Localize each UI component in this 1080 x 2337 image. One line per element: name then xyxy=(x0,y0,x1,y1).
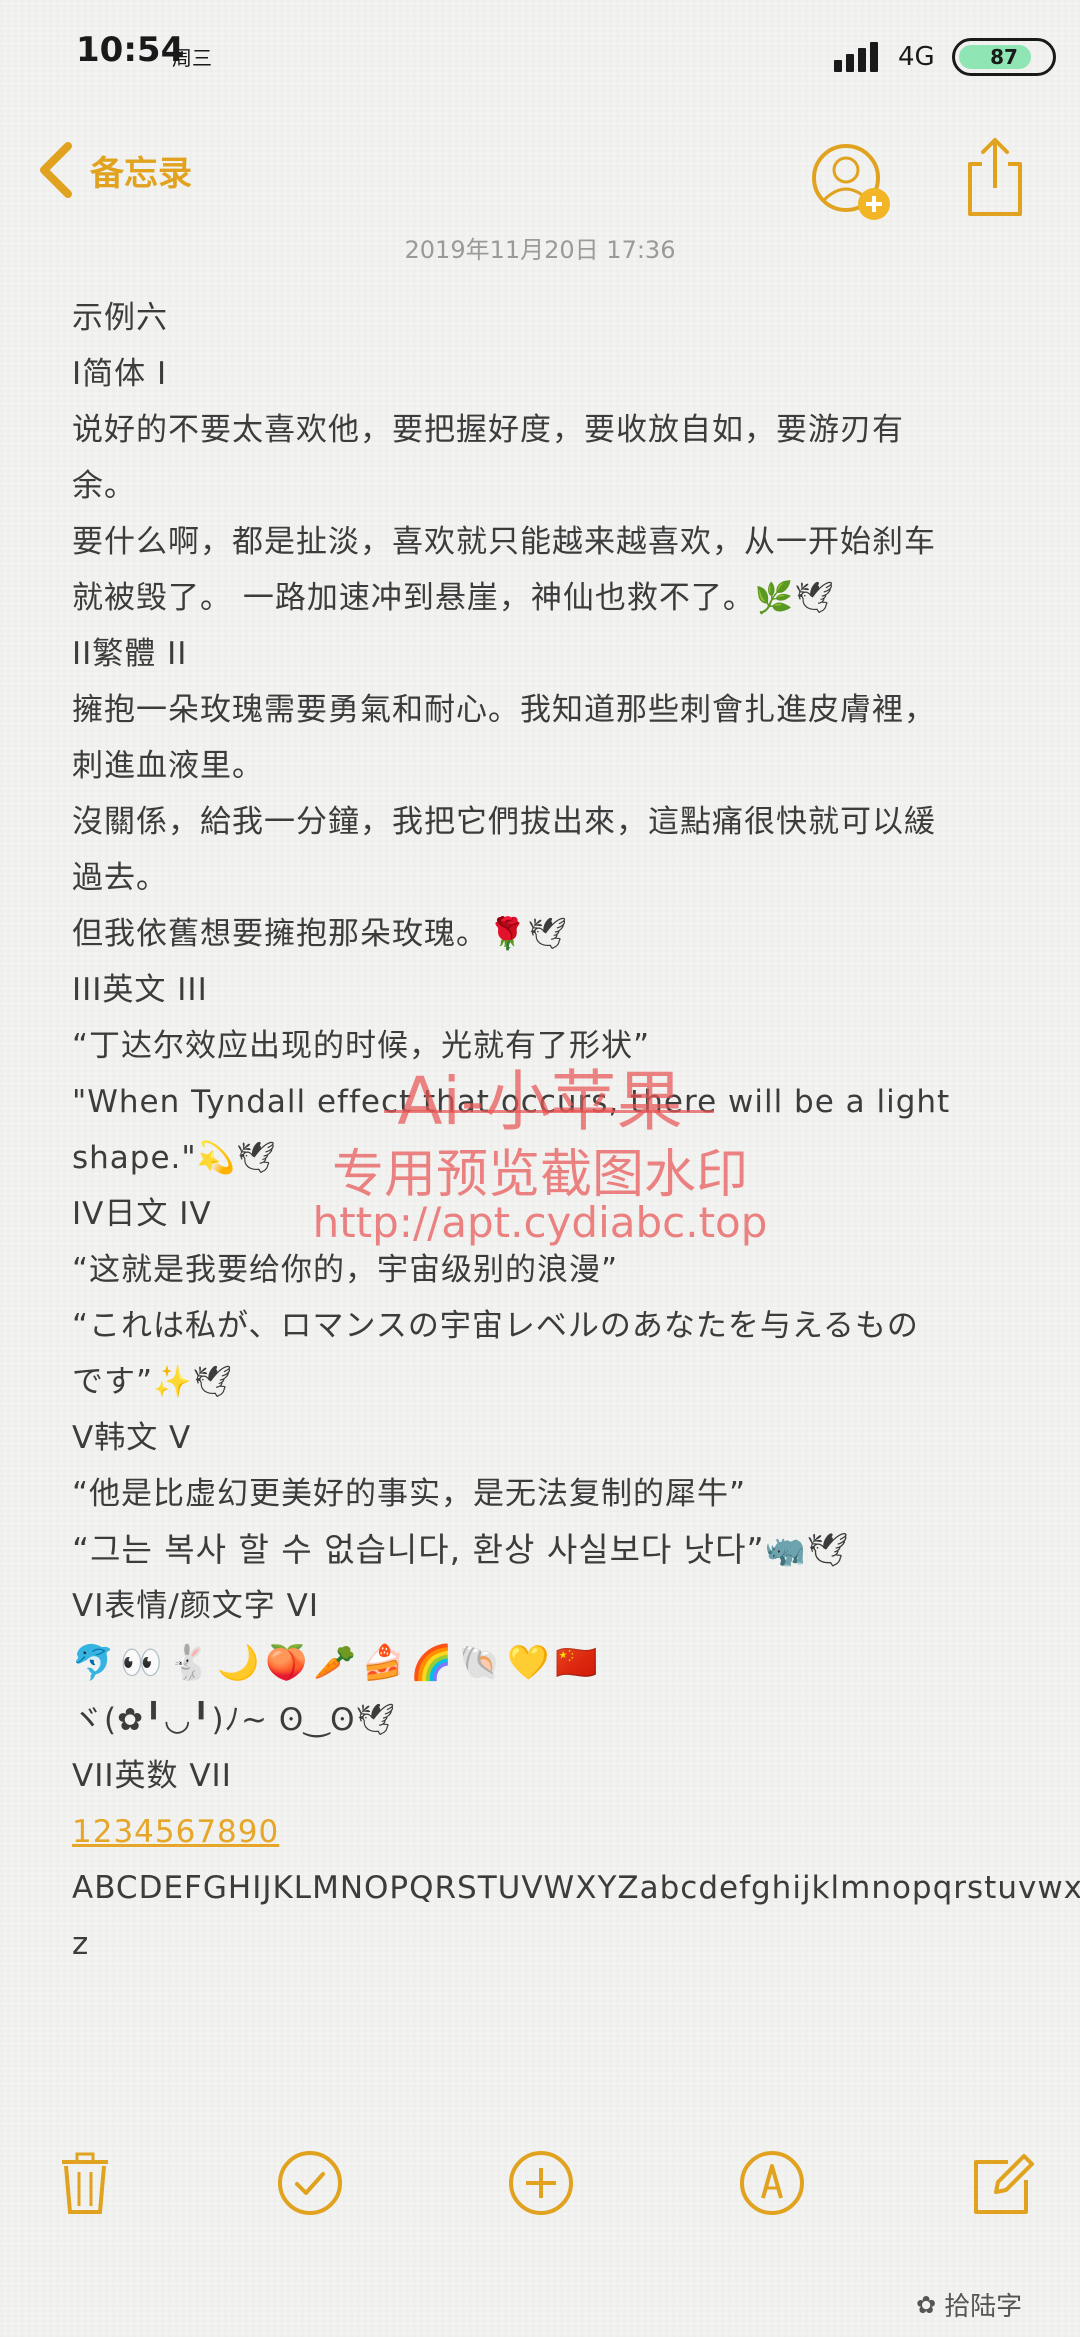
add-button[interactable] xyxy=(506,2148,576,2218)
note-line: “他是比虚幻更美好的事实，是无法复制的犀牛” xyxy=(72,1476,747,1512)
checkmark-circle-icon xyxy=(278,2151,342,2215)
battery-icon: 87 xyxy=(952,38,1056,76)
note-line: 擁抱一朵玫瑰需要勇氣和耐心。我知道那些刺會扎進皮膚裡， xyxy=(72,692,936,728)
wechat-icon: ✿ xyxy=(916,2290,937,2319)
note-line: II繁體 II xyxy=(72,636,188,672)
add-person-icon xyxy=(812,144,890,220)
status-time: 10:54 xyxy=(76,30,185,70)
draw-button[interactable] xyxy=(737,2148,807,2218)
note-line: V韩文 V xyxy=(72,1420,192,1456)
note-line: III英文 III xyxy=(72,972,208,1008)
wechat-account-label: ✿ 拾陆字 xyxy=(916,2286,1022,2323)
bottom-toolbar xyxy=(0,2148,1080,2238)
phone-number-link[interactable]: 1234567890 xyxy=(72,1804,1022,1860)
chevron-left-icon xyxy=(40,142,72,198)
watermark-strike xyxy=(384,1110,714,1113)
emoji-row: 🐬👀🐇🌙🍑🥕🍰🌈🐚💛🇨🇳 xyxy=(72,1643,604,1683)
note-line: VII英数 VII xyxy=(72,1758,232,1794)
note-line: 说好的不要太喜欢他，要把握好度，要收放自如，要游刃有 xyxy=(72,412,904,448)
checklist-button[interactable] xyxy=(275,2148,345,2218)
trash-icon xyxy=(62,2152,108,2214)
status-weekday: 周三 xyxy=(172,46,212,70)
note-line: 要什么啊，都是扯淡，喜欢就只能越来越喜欢，从一开始刹车 xyxy=(72,524,936,560)
add-person-button[interactable] xyxy=(806,138,898,230)
wechat-account-name: 拾陆字 xyxy=(944,2292,1023,2322)
back-button[interactable]: 备忘录 xyxy=(36,140,192,200)
note-line: z xyxy=(72,1926,90,1962)
network-type: 4G xyxy=(898,42,935,72)
compose-button[interactable] xyxy=(968,2148,1038,2218)
back-label: 备忘录 xyxy=(90,153,192,194)
note-line: 但我依舊想要擁抱那朵玫瑰。🌹🕊 xyxy=(72,916,568,952)
status-bar: 10:54 周三 4G 87 xyxy=(0,0,1080,110)
note-line: ABCDEFGHIJKLMNOPQRSTUVWXYZabcdefghijklmn… xyxy=(72,1870,1080,1906)
watermark-subtitle: 专用预览截图水印 xyxy=(331,1145,748,1205)
navigation-bar: 备忘录 xyxy=(0,120,1080,230)
note-date: 2019年11月20日 17:36 xyxy=(404,236,676,264)
pen-circle-icon xyxy=(740,2151,804,2215)
note-line: 過去。 xyxy=(72,860,168,896)
delete-button[interactable] xyxy=(50,2148,120,2218)
note-line: 就被毁了。 一路加速冲到悬崖，神仙也救不了。🌿🕊 xyxy=(72,580,835,616)
note-line: 示例六 xyxy=(72,300,168,336)
note-line: I简体 I xyxy=(72,356,168,392)
note-line: です”✨🕊 xyxy=(72,1364,234,1400)
battery-level: 87 xyxy=(990,45,1018,69)
watermark-url: http://apt.cydiabc.top xyxy=(312,1198,768,1247)
note-line: 沒關係，給我一分鐘，我把它們拔出來，這點痛很快就可以緩 xyxy=(72,804,936,840)
signal-icon xyxy=(834,40,880,72)
share-button[interactable] xyxy=(966,134,1024,218)
note-line: “그는 복사 할 수 없습니다, 환상 사실보다 낫다”🦏🕊 xyxy=(72,1530,850,1569)
note-line: “これは私が、ロマンスの宇宙レベルのあなたを与えるもの xyxy=(72,1308,919,1344)
note-line: 余。 xyxy=(72,468,136,504)
plus-circle-icon xyxy=(509,2151,573,2215)
compose-icon xyxy=(974,2154,1034,2214)
watermark-title: Ai-小苹果 xyxy=(397,1063,683,1140)
share-icon xyxy=(968,138,1022,216)
note-line: ヾ(✿╹◡╹)ﾉ~ ʘ‿ʘ🕊 xyxy=(72,1702,396,1738)
note-line: “这就是我要给你的，宇宙级别的浪漫” xyxy=(72,1252,619,1288)
note-line: VI表情/颜文字 VI xyxy=(72,1588,319,1624)
note-line: 刺進血液里。 xyxy=(72,748,264,784)
